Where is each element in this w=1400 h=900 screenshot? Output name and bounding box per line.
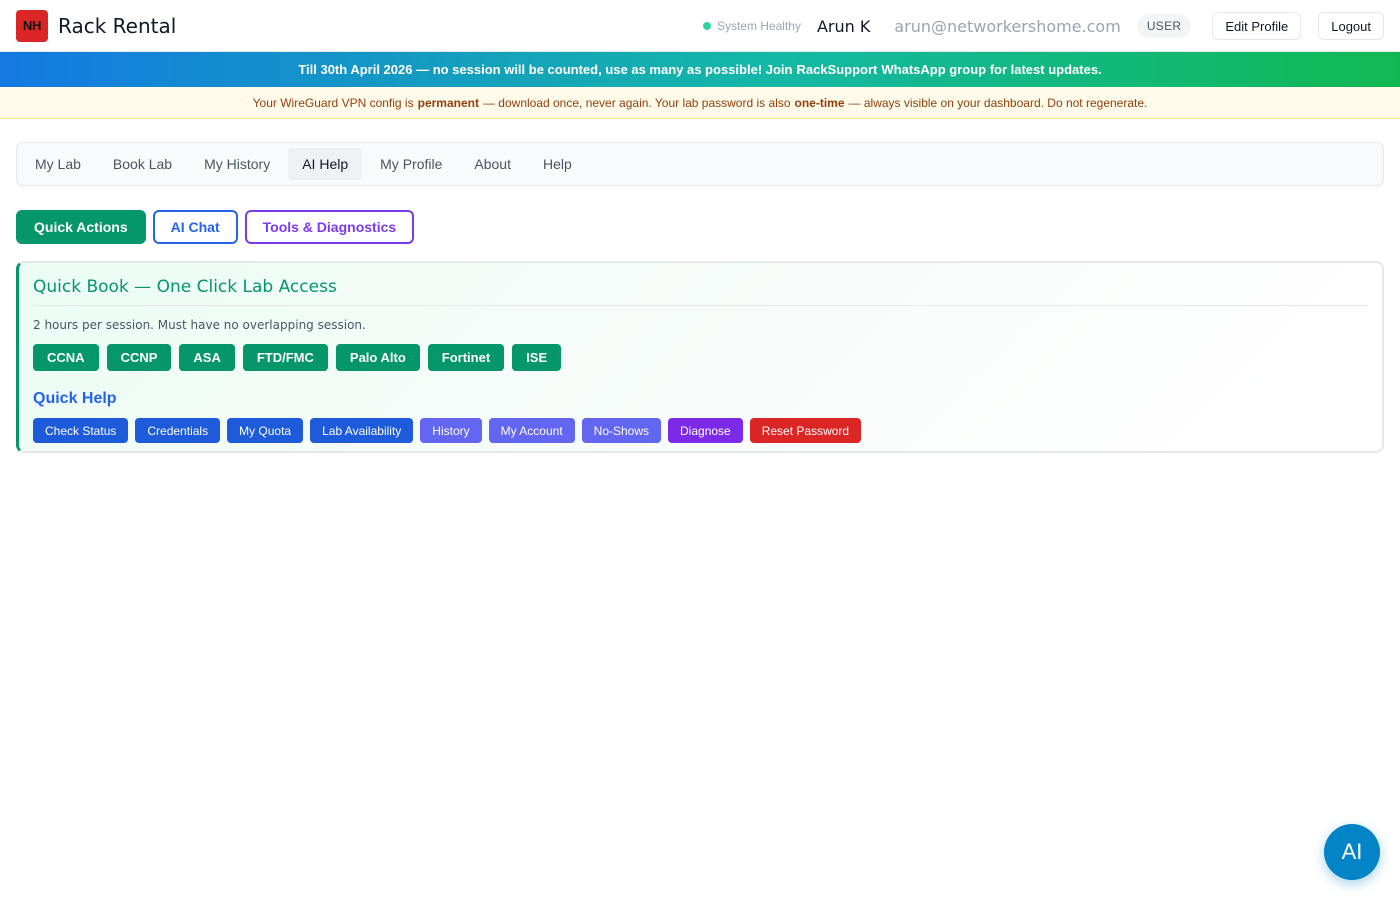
quick-book-card: Quick Book — One Click Lab Access 2 hour… [16,261,1384,453]
quick-help-row: Check Status Credentials My Quota Lab Av… [33,418,1368,443]
notice-part2: — download once, never again. Your lab p… [482,95,791,110]
help-button-no-shows[interactable]: No-Shows [581,418,662,443]
help-button-credentials[interactable]: Credentials [135,418,221,443]
promo-text-after: WhatsApp group for latest updates. [881,62,1102,77]
lab-button-ftd-fmc[interactable]: FTD/FMC [242,344,328,371]
logo: NH [16,9,48,42]
lab-button-palo-alto[interactable]: Palo Alto [335,344,420,371]
notice-bold1: permanent [417,95,479,110]
top-header: NH Rack Rental System Healthy Arun K aru… [0,0,1400,52]
promo-text-before: Till 30th April 2026 — no session will b… [298,62,793,77]
quick-book-subtitle: 2 hours per session. Must have no overla… [33,318,366,332]
help-button-my-account[interactable]: My Account [488,418,575,443]
user-name: Arun K [816,16,871,36]
notice-part1: Your WireGuard VPN config is [252,95,414,110]
lab-button-ccnp[interactable]: CCNP [106,344,172,371]
subtab-tools-diagnostics[interactable]: Tools & Diagnostics [244,210,415,244]
app-title: Rack Rental [58,13,177,38]
status-text: System Healthy [716,19,801,33]
help-button-my-quota[interactable]: My Quota [227,418,304,443]
tab-my-profile[interactable]: My Profile [366,148,456,180]
lab-button-ccna[interactable]: CCNA [33,344,99,371]
promo-text-bold: RackSupport [796,62,878,77]
subtab-ai-chat[interactable]: AI Chat [152,210,238,244]
header-right: System Healthy Arun K arun@networkershom… [702,0,1384,52]
main-nav: My Lab Book Lab My History AI Help My Pr… [16,142,1384,186]
notice-bold2: one-time [794,95,845,110]
lab-button-row: CCNA CCNP ASA FTD/FMC Palo Alto Fortinet… [33,344,1368,371]
tab-ai-help[interactable]: AI Help [288,148,363,180]
tab-my-lab[interactable]: My Lab [21,148,95,180]
help-button-diagnose[interactable]: Diagnose [668,418,743,443]
lab-button-ise[interactable]: ISE [512,344,562,371]
role-badge: USER [1136,14,1192,38]
subtab-quick-actions[interactable]: Quick Actions [16,210,146,244]
status-dot-icon [702,22,711,30]
help-button-history[interactable]: History [420,418,482,443]
quick-book-title: Quick Book — One Click Lab Access [33,277,1368,306]
ai-help-subtabs: Quick Actions AI Chat Tools & Diagnostic… [16,210,1384,244]
help-button-check-status[interactable]: Check Status [33,418,129,443]
quick-help-title: Quick Help [33,390,117,407]
help-button-lab-availability[interactable]: Lab Availability [310,418,414,443]
user-email: arun@networkershome.com [894,16,1121,36]
lab-button-asa[interactable]: ASA [179,344,235,371]
tab-about[interactable]: About [460,148,525,180]
tab-help[interactable]: Help [529,148,586,180]
tab-book-lab[interactable]: Book Lab [99,148,186,180]
tab-my-history[interactable]: My History [190,148,284,180]
edit-profile-button[interactable]: Edit Profile [1212,12,1302,40]
notice-banner: Your WireGuard VPN config is permanent —… [0,87,1400,119]
lab-button-fortinet[interactable]: Fortinet [427,344,505,371]
ai-assistant-button[interactable]: AI [1324,824,1380,880]
promo-banner: Till 30th April 2026 — no session will b… [0,52,1400,87]
notice-part3: — always visible on your dashboard. Do n… [848,95,1148,110]
help-button-reset-password[interactable]: Reset Password [749,418,862,443]
system-status: System Healthy [702,19,801,33]
logout-button[interactable]: Logout [1318,12,1384,40]
